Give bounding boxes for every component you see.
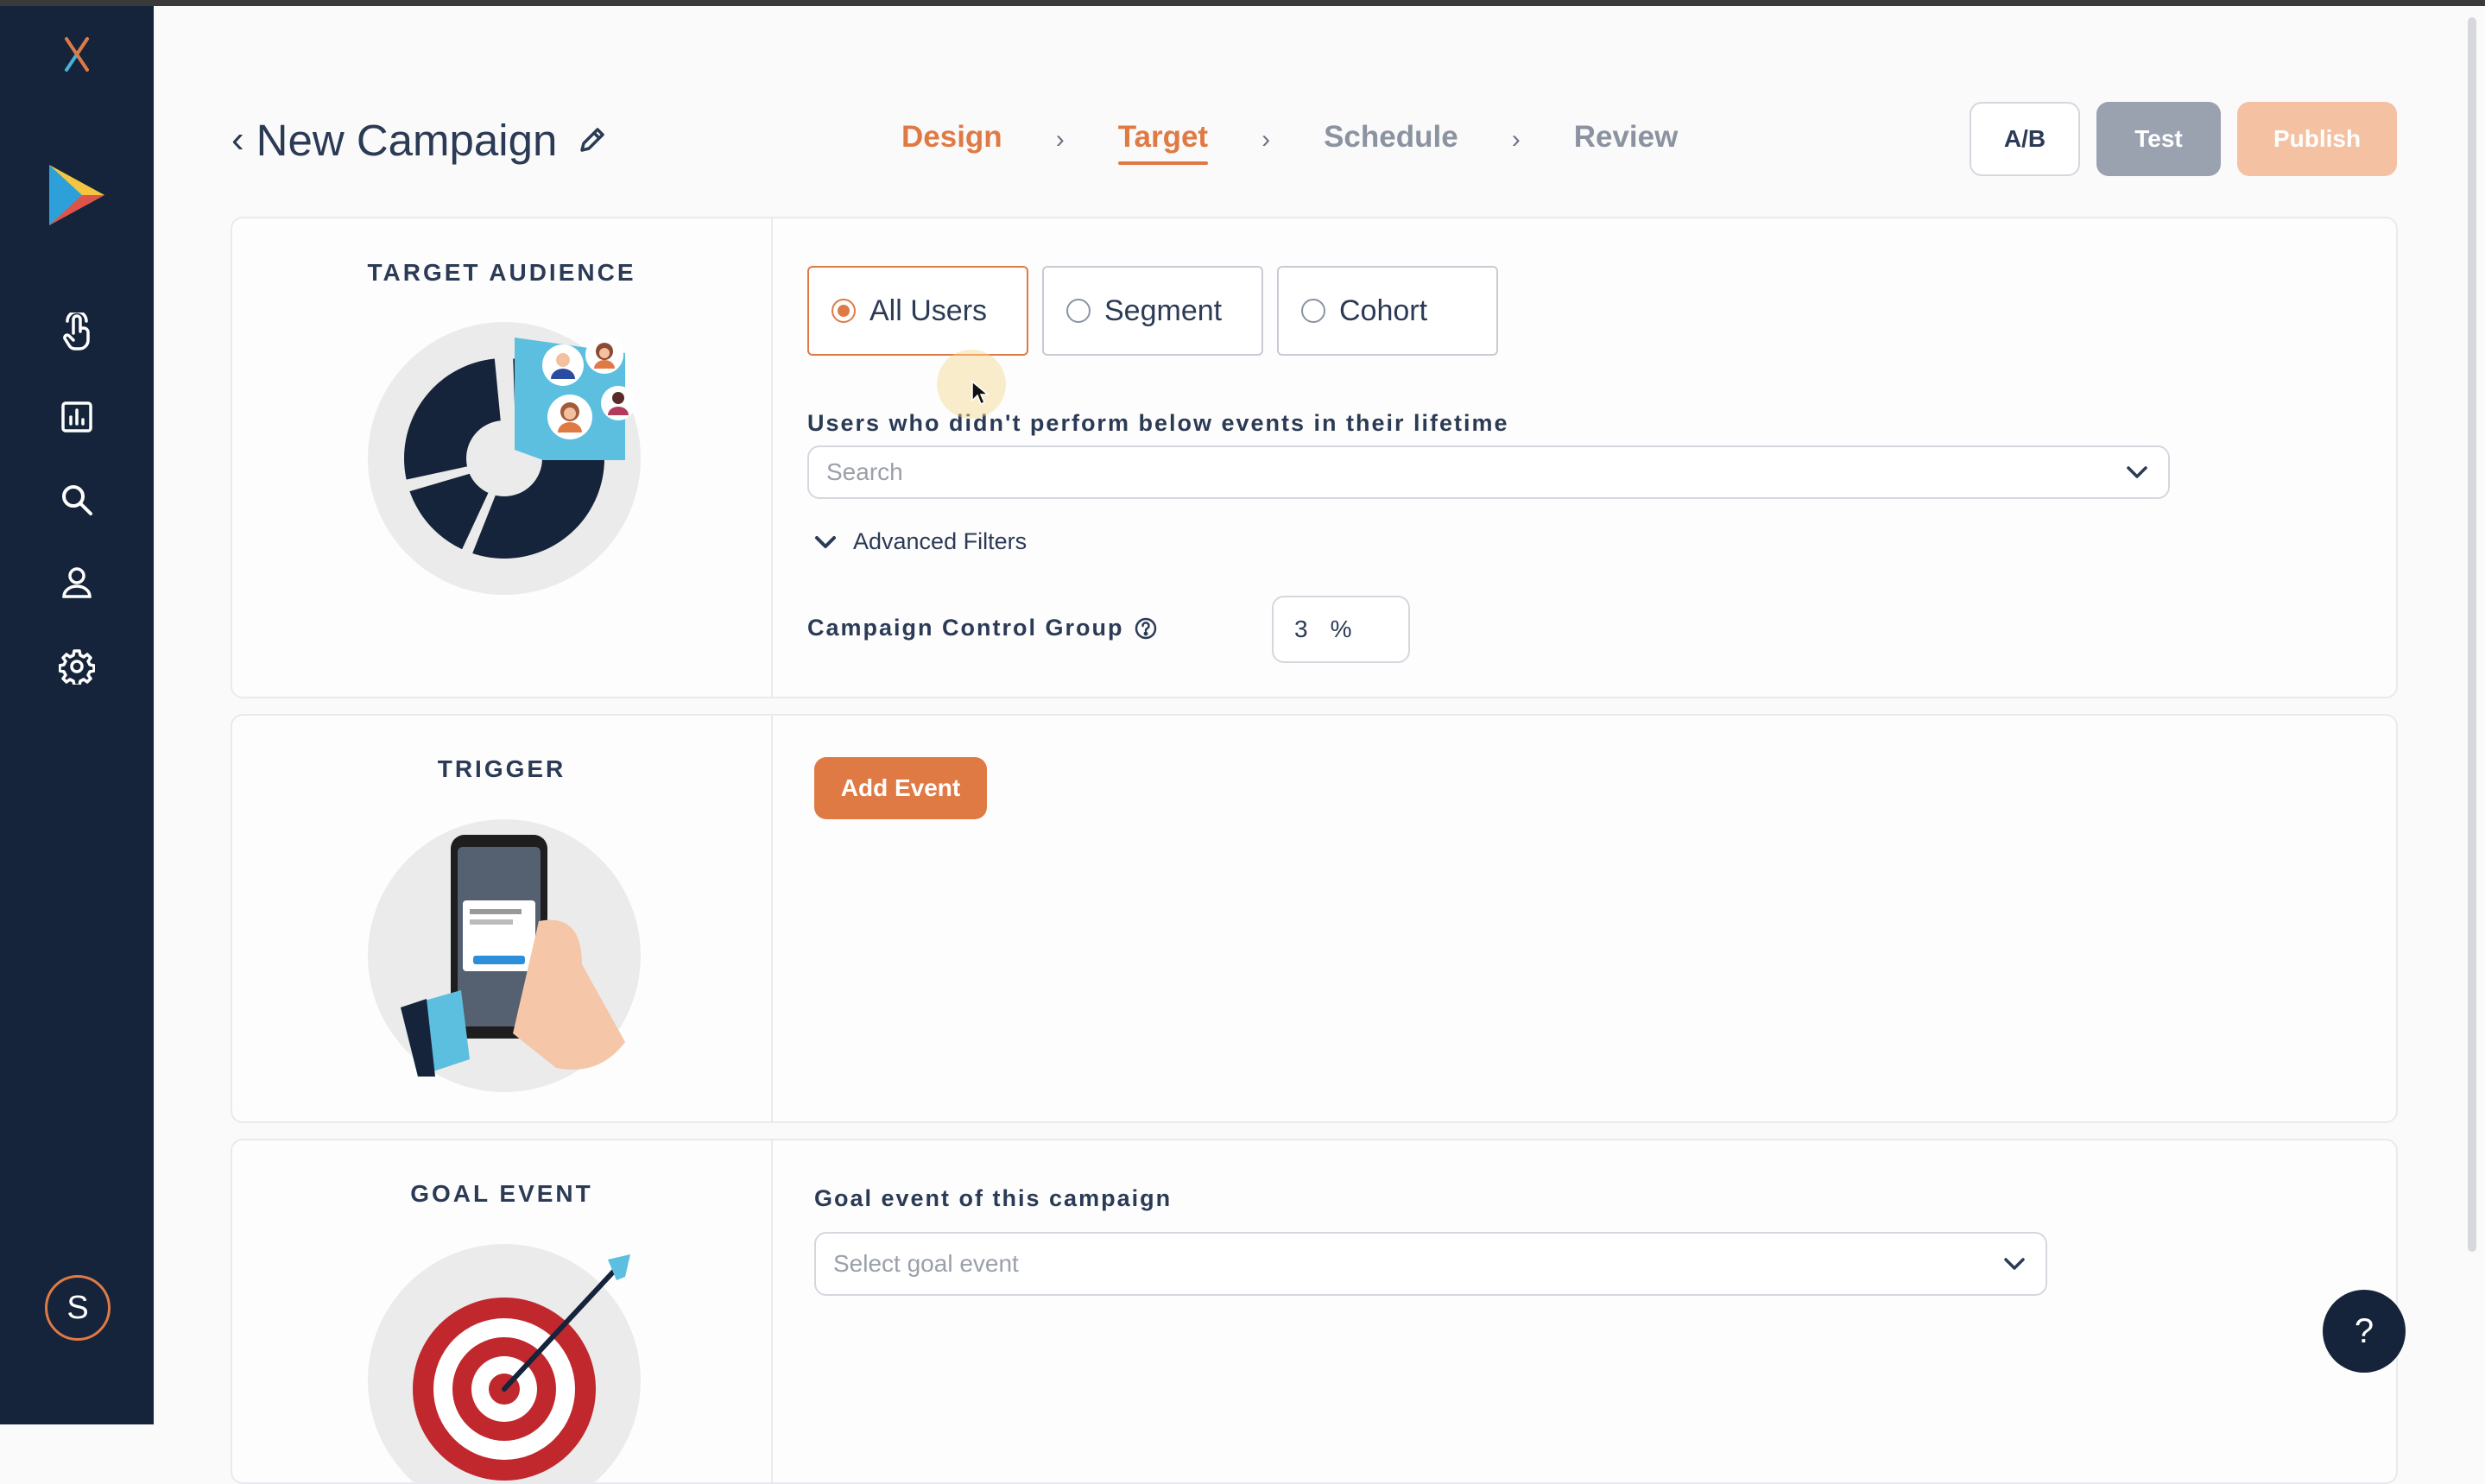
card-left-panel: TARGET AUDIENCE (232, 218, 773, 697)
back-chevron-icon[interactable]: ‹ (231, 118, 244, 161)
radio-cohort[interactable]: Cohort (1277, 266, 1498, 356)
search-placeholder: Search (826, 458, 903, 485)
help-button[interactable]: ? (2323, 1290, 2406, 1373)
page-title: New Campaign (256, 115, 558, 165)
card-left-panel: GOAL EVENT (232, 1140, 773, 1482)
help-circle-icon[interactable] (1134, 616, 1158, 641)
events-filter-label: Users who didn't perform below events in… (807, 410, 1509, 436)
control-group-input[interactable]: 3 % (1272, 596, 1410, 663)
card-title: TRIGGER (437, 755, 566, 782)
chevron-down-icon (815, 535, 836, 548)
logo-x-icon[interactable] (58, 30, 96, 79)
radio-unselected-icon (1301, 299, 1325, 323)
chevron-right-icon: › (1511, 125, 1521, 154)
percent-unit: % (1330, 616, 1352, 642)
card-left-panel: TRIGGER (232, 716, 773, 1121)
window-top-bar (0, 0, 2485, 6)
publish-button[interactable]: Publish (2237, 102, 2397, 176)
tap-icon[interactable] (60, 313, 94, 352)
vertical-scrollbar[interactable] (2468, 17, 2476, 1252)
card-title: GOAL EVENT (410, 1180, 593, 1207)
chevron-down-icon (2002, 1256, 2027, 1272)
radio-segment[interactable]: Segment (1042, 266, 1263, 356)
chevron-right-icon: › (1055, 125, 1065, 154)
control-group-label: Campaign Control Group (807, 615, 1124, 641)
play-logo-icon[interactable] (44, 161, 110, 229)
sidebar: S (0, 6, 154, 1424)
advanced-filters-label: Advanced Filters (853, 528, 1028, 554)
advanced-filters-toggle[interactable]: Advanced Filters (813, 528, 1027, 555)
step-review[interactable]: Review (1574, 120, 1679, 160)
settings-icon[interactable] (59, 648, 95, 685)
trigger-card: TRIGGER (231, 714, 2398, 1123)
radio-label: Cohort (1339, 294, 1428, 327)
ab-test-button[interactable]: A/B (1970, 102, 2080, 176)
radio-unselected-icon (1066, 299, 1091, 323)
stepper: Design › Target › Schedule › Review (901, 112, 1678, 167)
goal-event-select[interactable]: Select goal event (814, 1232, 2047, 1296)
goal-event-label: Goal event of this campaign (814, 1185, 1173, 1211)
search-icon[interactable] (60, 483, 94, 517)
control-group-label-row: Campaign Control Group (807, 615, 1158, 641)
target-dart-illustration (368, 1244, 641, 1482)
user-icon[interactable] (60, 565, 94, 600)
avatar[interactable]: S (45, 1275, 111, 1341)
chevron-down-icon (2125, 464, 2149, 480)
event-search-select[interactable]: Search (807, 445, 2170, 499)
goal-event-placeholder: Select goal event (833, 1250, 1019, 1277)
control-group-value: 3 (1294, 616, 1308, 642)
radio-label: All Users (869, 294, 988, 327)
goal-event-card: GOAL EVENT (231, 1139, 2398, 1484)
card-title: TARGET AUDIENCE (367, 259, 636, 286)
analytics-icon[interactable] (60, 400, 94, 434)
radio-all-users[interactable]: All Users (807, 266, 1028, 356)
page-header: ‹ New Campaign (231, 102, 607, 178)
step-target[interactable]: Target (1117, 120, 1209, 165)
step-schedule[interactable]: Schedule (1324, 120, 1458, 160)
radio-selected-icon (831, 299, 856, 323)
mouse-cursor-icon (971, 380, 990, 406)
add-event-button[interactable]: Add Event (814, 757, 987, 819)
step-design[interactable]: Design (901, 120, 1002, 160)
radio-label: Segment (1104, 294, 1223, 327)
chevron-right-icon: › (1261, 125, 1271, 154)
phone-hand-illustration (368, 819, 641, 1092)
edit-pencil-icon[interactable] (578, 125, 607, 155)
test-button[interactable]: Test (2096, 102, 2221, 176)
audience-donut-illustration (368, 322, 641, 595)
